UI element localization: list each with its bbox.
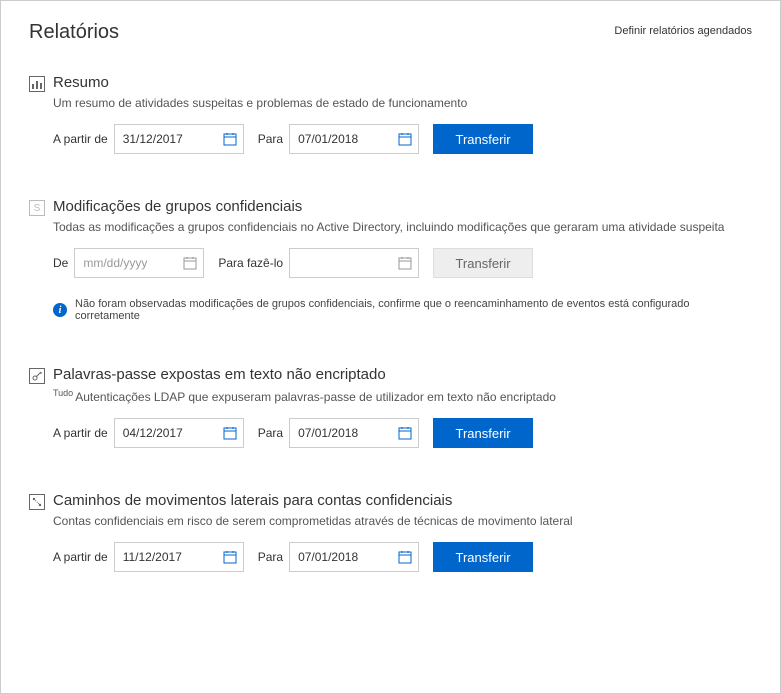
from-label: A partir de xyxy=(53,550,108,564)
section-title: Caminhos de movimentos laterais para con… xyxy=(53,492,452,509)
path-icon xyxy=(29,494,45,510)
from-label: A partir de xyxy=(53,426,108,440)
from-date-value: 04/12/2017 xyxy=(123,426,183,440)
from-date-placeholder: mm/dd/yyyy xyxy=(83,256,147,270)
info-icon: i xyxy=(53,303,67,317)
section-summary: Resumo Um resumo de atividades suspeitas… xyxy=(29,74,752,154)
from-label: De xyxy=(53,256,68,270)
key-icon xyxy=(29,368,45,384)
from-date-input[interactable]: 31/12/2017 xyxy=(114,124,244,154)
section-lateral-movement: Caminhos de movimentos laterais para con… xyxy=(29,492,752,572)
info-text: Não foram observadas modificações de gru… xyxy=(75,298,752,322)
calendar-icon xyxy=(398,550,412,564)
download-button[interactable]: Transferir xyxy=(433,542,533,572)
calendar-icon xyxy=(223,550,237,564)
from-date-input[interactable]: 04/12/2017 xyxy=(114,418,244,448)
to-date-value: 07/01/2018 xyxy=(298,550,358,564)
to-date-input[interactable] xyxy=(289,248,419,278)
from-date-input[interactable]: mm/dd/yyyy xyxy=(74,248,204,278)
section-desc: Todas as modificações a grupos confidenc… xyxy=(53,220,752,234)
from-date-value: 31/12/2017 xyxy=(123,132,183,146)
s-badge-icon: S xyxy=(29,200,45,216)
section-title: Palavras-passe expostas em texto não enc… xyxy=(53,366,386,383)
section-desc: TudoAutenticações LDAP que expuseram pal… xyxy=(53,388,752,404)
download-button-disabled[interactable]: Transferir xyxy=(433,248,533,278)
to-date-input[interactable]: 07/01/2018 xyxy=(289,124,419,154)
bar-chart-icon xyxy=(29,76,45,92)
section-desc: Contas confidenciais em risco de serem c… xyxy=(53,514,752,528)
calendar-icon xyxy=(398,132,412,146)
section-group-modifications: S Modificações de grupos confidenciais T… xyxy=(29,198,752,322)
to-date-value: 07/01/2018 xyxy=(298,426,358,440)
section-desc: Um resumo de atividades suspeitas e prob… xyxy=(53,96,752,110)
schedule-reports-link[interactable]: Definir relatórios agendados xyxy=(614,25,752,37)
to-label: Para xyxy=(258,132,283,146)
download-button[interactable]: Transferir xyxy=(433,418,533,448)
from-date-value: 11/12/2017 xyxy=(123,550,182,564)
page-title: Relatórios xyxy=(29,21,119,44)
to-label: Para fazê-lo xyxy=(218,256,283,270)
download-button[interactable]: Transferir xyxy=(433,124,533,154)
calendar-icon xyxy=(398,256,412,270)
to-label: Para xyxy=(258,550,283,564)
from-label: A partir de xyxy=(53,132,108,146)
section-title: Resumo xyxy=(53,74,109,91)
section-exposed-passwords: Palavras-passe expostas em texto não enc… xyxy=(29,366,752,448)
calendar-icon xyxy=(223,132,237,146)
calendar-icon xyxy=(398,426,412,440)
from-date-input[interactable]: 11/12/2017 xyxy=(114,542,244,572)
to-date-value: 07/01/2018 xyxy=(298,132,358,146)
sup-label: Tudo xyxy=(53,388,73,398)
info-message: i Não foram observadas modificações de g… xyxy=(53,298,752,322)
desc-text: Autenticações LDAP que expuseram palavra… xyxy=(75,390,556,404)
page-header: Relatórios Definir relatórios agendados xyxy=(29,21,752,44)
to-label: Para xyxy=(258,426,283,440)
to-date-input[interactable]: 07/01/2018 xyxy=(289,418,419,448)
section-title: Modificações de grupos confidenciais xyxy=(53,198,302,215)
calendar-icon xyxy=(223,426,237,440)
calendar-icon xyxy=(183,256,197,270)
to-date-input[interactable]: 07/01/2018 xyxy=(289,542,419,572)
